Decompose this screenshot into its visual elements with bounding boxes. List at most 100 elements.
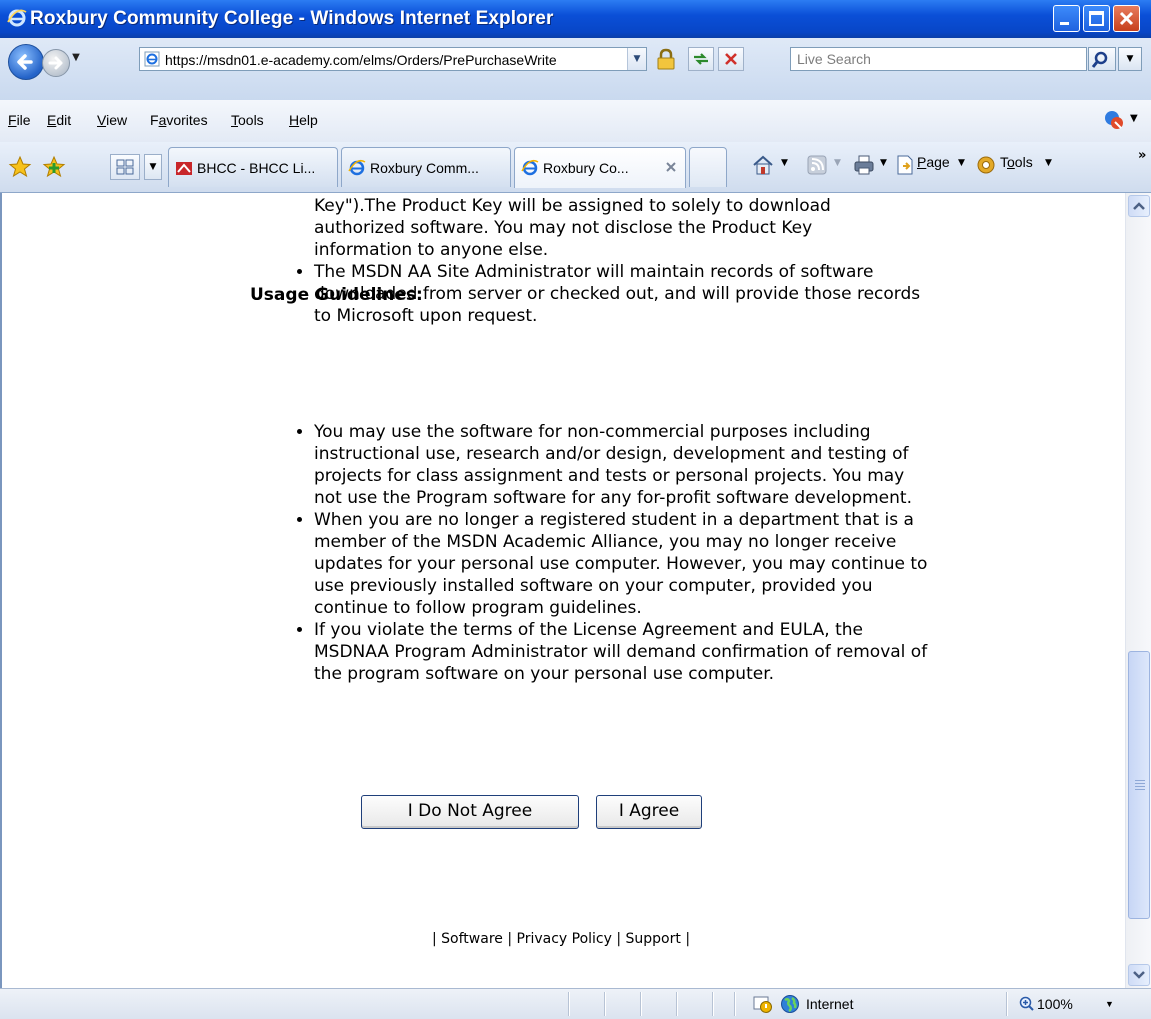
zoom-level[interactable]: 100% xyxy=(1037,996,1073,1012)
favorites-star-icon[interactable] xyxy=(8,155,32,179)
list-item: When you are no longer a registered stud… xyxy=(314,509,930,619)
window-title: Roxbury Community College - Windows Inte… xyxy=(30,8,554,29)
url-field[interactable]: https://msdn01.e-academy.com/elms/Orders… xyxy=(139,47,647,71)
address-toolbar: ▼ https://msdn01.e-academy.com/elms/Orde… xyxy=(0,38,1151,101)
menu-help[interactable]: Help xyxy=(289,112,318,128)
maximize-icon xyxy=(1089,11,1104,26)
tools-menu-label: ols xyxy=(1014,154,1033,170)
scroll-thumb[interactable] xyxy=(1128,651,1150,919)
windows-live-icon[interactable] xyxy=(1103,109,1125,131)
new-tab-button[interactable] xyxy=(689,147,727,187)
page-content: Key").The Product Key will be assigned t… xyxy=(0,193,1125,988)
search-options-dropdown[interactable]: ▼ xyxy=(1118,47,1142,71)
title-bar[interactable]: Roxbury Community College - Windows Inte… xyxy=(0,0,1151,38)
scroll-grip xyxy=(1135,786,1145,787)
usage-guidelines-heading: Usage Guidelines: xyxy=(250,285,423,305)
menu-tools[interactable]: Tools xyxy=(231,112,264,128)
lock-icon[interactable] xyxy=(655,48,677,70)
tab-label: Roxbury Comm... xyxy=(370,160,479,176)
text-line: authorized software. You may not disclos… xyxy=(314,218,813,238)
recent-pages-dropdown[interactable]: ▼ xyxy=(70,52,82,70)
minimize-icon xyxy=(1060,22,1069,25)
status-divider xyxy=(676,992,678,1016)
status-divider xyxy=(734,992,736,1016)
tab-bhcc[interactable]: BHCC - BHCC Li... xyxy=(168,147,338,187)
tools-menu-t: T xyxy=(1000,154,1007,170)
tab-bar: ▼ BHCC - BHCC Li... Roxbury Comm... Roxb… xyxy=(0,142,1151,193)
search-button[interactable] xyxy=(1088,47,1116,71)
tab-roxbury-active[interactable]: Roxbury Co... xyxy=(514,147,686,188)
feeds-dropdown[interactable]: ▼ xyxy=(834,158,841,168)
home-dropdown[interactable]: ▼ xyxy=(781,158,788,168)
menu-favorites[interactable]: Favorites xyxy=(150,112,208,128)
ie-logo-icon xyxy=(7,9,27,27)
close-button[interactable] xyxy=(1113,5,1140,32)
tools-gear-icon[interactable] xyxy=(975,154,997,176)
tab-label: Roxbury Co... xyxy=(543,160,629,176)
zoom-dropdown[interactable]: ▼ xyxy=(1105,999,1114,1009)
menu-favorites-label: vorites xyxy=(166,112,208,128)
security-zone-label[interactable]: Internet xyxy=(806,996,853,1012)
footer-links[interactable]: | Software | Privacy Policy | Support | xyxy=(432,931,690,947)
usage-guidelines-list: You may use the software for non-commerc… xyxy=(284,421,944,685)
print-dropdown[interactable]: ▼ xyxy=(880,158,887,168)
ie-favicon-icon xyxy=(521,159,539,176)
tab-list-dropdown[interactable]: ▼ xyxy=(144,154,162,180)
home-icon[interactable] xyxy=(752,154,774,176)
quick-tabs-icon xyxy=(116,159,134,175)
forward-arrow-icon xyxy=(48,56,63,70)
quick-tabs-button[interactable] xyxy=(110,154,140,180)
vertical-scrollbar[interactable] xyxy=(1125,193,1151,988)
scroll-down-button[interactable] xyxy=(1128,964,1150,986)
back-button[interactable] xyxy=(8,44,44,80)
search-icon xyxy=(1091,51,1108,68)
menu-tools-label: ools xyxy=(238,112,264,128)
menu-edit[interactable]: Edit xyxy=(47,112,71,128)
stop-icon xyxy=(725,53,737,65)
back-arrow-icon xyxy=(17,54,33,70)
menu-view[interactable]: View xyxy=(97,112,127,128)
tab-roxbury-1[interactable]: Roxbury Comm... xyxy=(341,147,511,187)
text-line: information to anyone else. xyxy=(314,240,549,260)
menu-favorites-pre: F xyxy=(150,112,159,128)
chevron-up-icon xyxy=(1133,202,1145,210)
agree-button[interactable]: I Agree xyxy=(596,795,702,829)
windows-live-dropdown[interactable]: ▼ xyxy=(1130,113,1138,124)
minimize-button[interactable] xyxy=(1053,5,1080,32)
internet-globe-icon xyxy=(781,995,799,1013)
add-favorites-icon[interactable] xyxy=(42,155,66,179)
menu-view-label: iew xyxy=(106,112,128,128)
feeds-icon[interactable] xyxy=(806,154,828,176)
scroll-up-button[interactable] xyxy=(1128,195,1150,217)
url-dropdown-button[interactable]: ▼ xyxy=(627,48,646,70)
toolbar-overflow-chevron-icon[interactable]: » xyxy=(1138,148,1146,163)
status-bar: Internet 100% ▼ xyxy=(0,988,1151,1019)
ie-page-icon xyxy=(144,51,160,67)
scroll-grip xyxy=(1135,789,1145,790)
tools-menu-button[interactable]: Tools xyxy=(1000,154,1033,170)
menu-view-accel: V xyxy=(97,112,107,128)
menu-file[interactable]: File xyxy=(8,112,31,128)
page-menu-label: age xyxy=(926,154,950,170)
refresh-button[interactable] xyxy=(688,47,714,71)
zoom-icon xyxy=(1019,996,1034,1011)
print-icon[interactable] xyxy=(853,154,875,176)
page-dropdown[interactable]: ▼ xyxy=(958,158,965,168)
chevron-down-icon xyxy=(1133,971,1145,979)
maximize-button[interactable] xyxy=(1083,5,1110,32)
page-menu-button[interactable]: Page xyxy=(917,154,950,170)
refresh-icon xyxy=(694,53,708,65)
text-line: Key").The Product Key will be assigned t… xyxy=(314,196,831,216)
close-icon xyxy=(1119,11,1134,26)
protected-mode-icon[interactable] xyxy=(752,994,774,1014)
list-item: You may use the software for non-commerc… xyxy=(314,421,930,509)
stop-button[interactable] xyxy=(718,47,744,71)
page-menu-accel: P xyxy=(917,154,927,170)
ie-favicon-icon xyxy=(348,159,366,176)
forward-button[interactable] xyxy=(42,49,70,77)
page-icon[interactable] xyxy=(894,154,916,176)
tools-dropdown[interactable]: ▼ xyxy=(1045,158,1052,168)
disagree-button[interactable]: I Do Not Agree xyxy=(361,795,579,829)
search-input[interactable]: Live Search xyxy=(790,47,1087,71)
tab-close-icon[interactable] xyxy=(663,159,679,175)
